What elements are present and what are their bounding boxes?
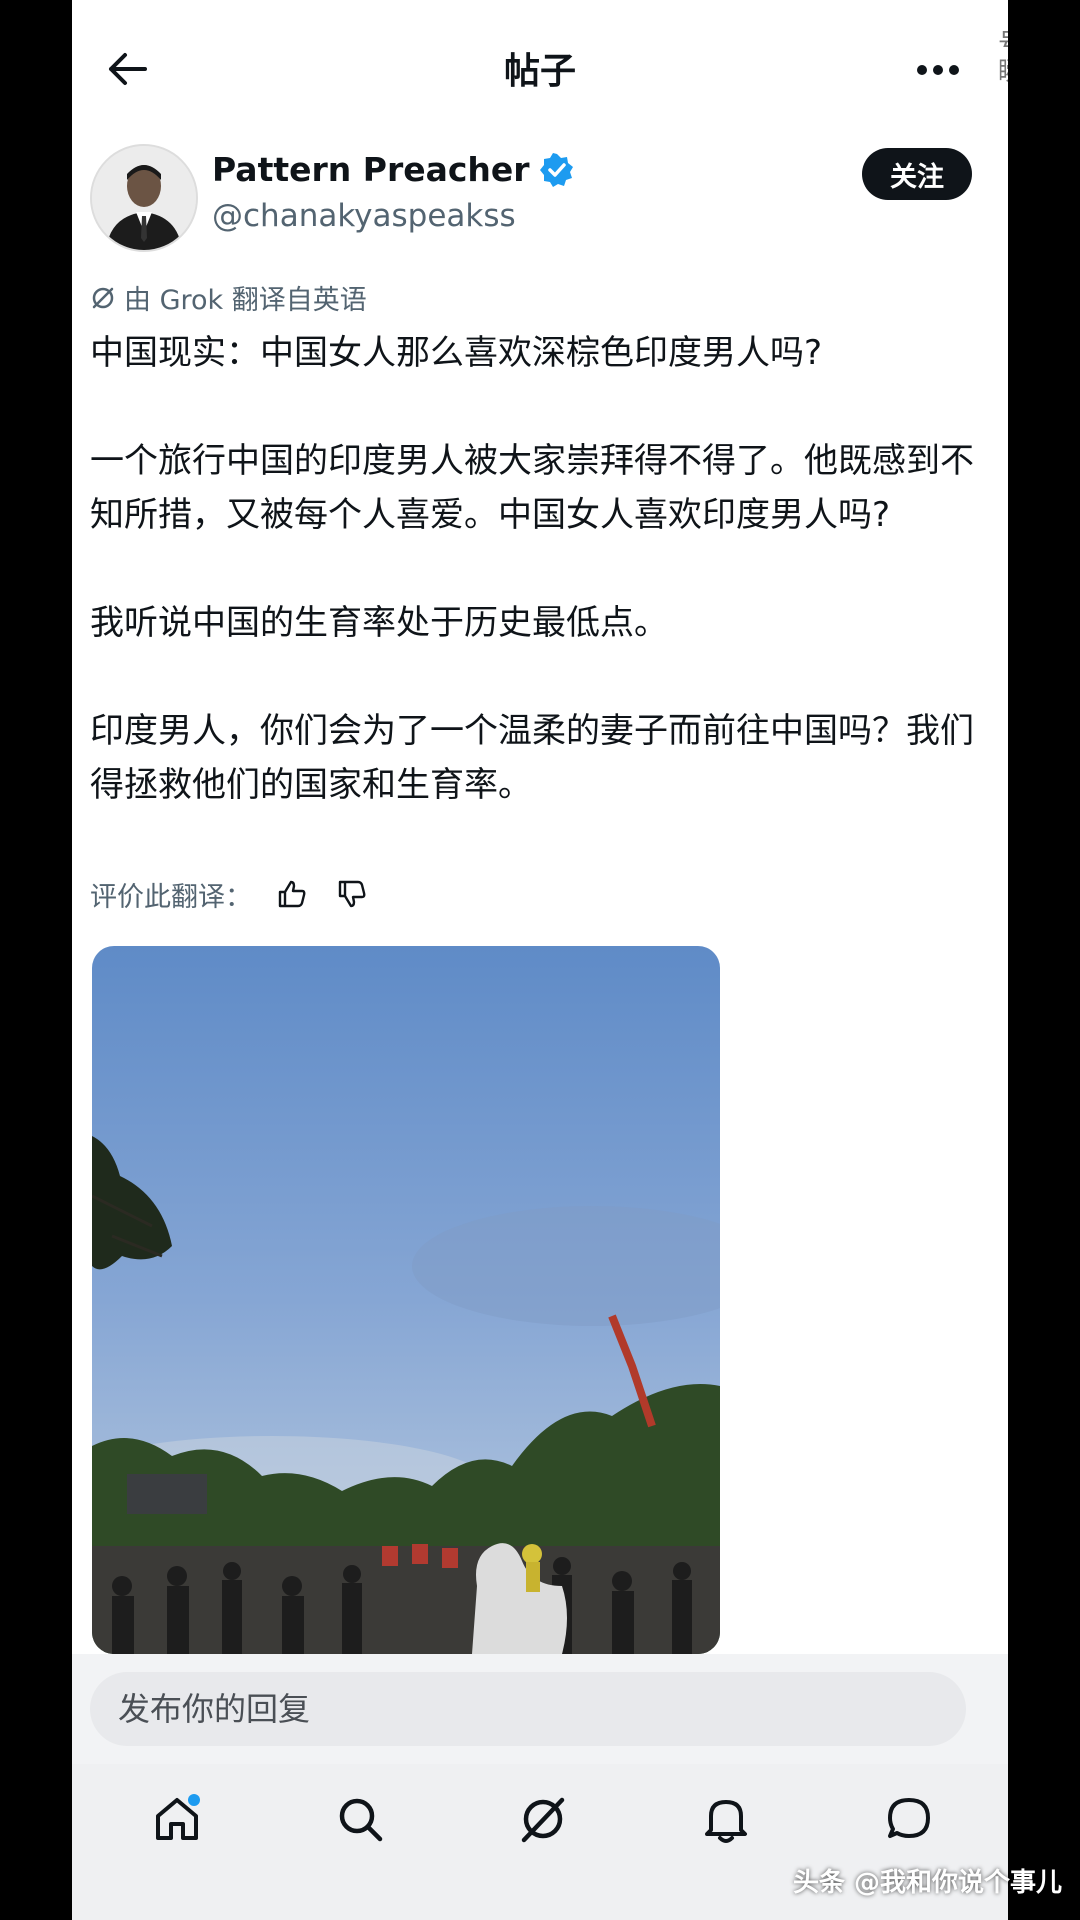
arrow-left-icon (109, 53, 147, 85)
video-thumbnail (92, 946, 720, 1654)
author-name[interactable]: Pattern Preacher (212, 150, 530, 189)
post-media-video[interactable] (92, 946, 720, 1654)
post-paragraph: 我听说中国的生育率处于历史最低点。 (90, 603, 668, 643)
rate-translation-label: 评价此翻译： (90, 881, 252, 913)
messages-icon (888, 1798, 930, 1838)
avatar-photo (92, 146, 196, 250)
reply-bar (72, 1654, 1008, 1764)
post-paragraph: 一个旅行中国的印度男人被大家崇拜得不得了。他既感到不知所措，又被每个人喜爱。中国… (90, 441, 974, 535)
translation-note-text: 由 Grok 翻译自英语 (124, 285, 367, 316)
author-handle[interactable]: @chanakyaspeakss (212, 198, 516, 234)
verified-badge-icon (539, 152, 573, 187)
post-paragraph: 中国现实：中国女人那么喜欢深棕色印度男人吗? (90, 333, 823, 373)
notifications-icon (705, 1800, 747, 1843)
edge-overlay-text: 号 瞬 (998, 30, 1008, 86)
translation-note: 由 Grok 翻译自英语 (90, 278, 367, 317)
page-title: 帖子 (503, 51, 576, 92)
rate-translation-row: 评价此翻译： (90, 874, 372, 914)
back-button[interactable] (102, 44, 152, 94)
post-paragraph: 印度男人，你们会为了一个温柔的妻子而前往中国吗？我们得拯救他们的国家和生育率。 (90, 711, 974, 805)
grok-icon (92, 287, 114, 308)
reply-input[interactable] (90, 1672, 966, 1746)
author-name-row: Pattern Preacher (212, 150, 574, 189)
top-bar: 帖子 (72, 0, 1008, 140)
home-icon (156, 1794, 200, 1840)
thumbs-down-button[interactable] (332, 874, 372, 914)
more-horizontal-icon (917, 65, 959, 75)
author-avatar[interactable] (90, 144, 198, 252)
nav-notifications[interactable] (691, 1784, 761, 1854)
nav-home[interactable] (142, 1784, 212, 1854)
post-body: 中国现实：中国女人那么喜欢深棕色印度男人吗? 一个旅行中国的印度男人被大家崇拜得… (90, 326, 980, 812)
grok-icon (521, 1797, 565, 1843)
more-options-button[interactable] (908, 50, 968, 90)
thumbs-down-icon (338, 880, 366, 908)
watermark-text: 头条 @我和你说个事儿 (792, 1868, 1062, 1898)
app-screen: 帖子 Pattern Preacher @chanakyaspeakss 关注 (72, 0, 1008, 1920)
nav-messages[interactable] (874, 1784, 944, 1854)
thumbs-up-icon (278, 880, 306, 908)
nav-search[interactable] (325, 1784, 395, 1854)
follow-button[interactable]: 关注 (862, 148, 972, 200)
thumbs-up-button[interactable] (272, 874, 312, 914)
nav-grok[interactable] (508, 1784, 578, 1854)
search-icon (339, 1798, 383, 1842)
